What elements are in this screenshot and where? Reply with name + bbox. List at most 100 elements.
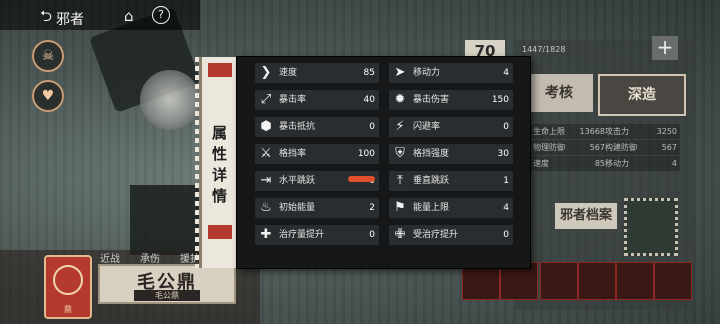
help-icon[interactable]: ? bbox=[152, 6, 170, 24]
faction-emblem: 鼎 bbox=[44, 255, 92, 319]
back-button[interactable]: ⮌ 邪者 bbox=[40, 6, 84, 31]
attribute-value: 150 bbox=[491, 95, 509, 105]
character-subname: 毛公鼎 bbox=[134, 290, 200, 301]
character-nameplate: 毛公鼎 毛公鼎 bbox=[98, 264, 236, 304]
block-strength-icon: ⛨ bbox=[395, 146, 405, 161]
heal-boost-icon: ✚ bbox=[260, 227, 272, 242]
equipment-slot[interactable] bbox=[578, 262, 616, 300]
attribute-label: 水平跳跃 bbox=[279, 176, 316, 186]
initial-energy-icon: ♨ bbox=[260, 200, 272, 215]
attribute-label: 格挡强度 bbox=[413, 149, 450, 159]
stage-lamp bbox=[140, 70, 200, 130]
crit-rate-icon: ⤢ bbox=[260, 92, 272, 107]
exp-text: 1447/1828 bbox=[522, 45, 566, 54]
attribute-label: 暴击率 bbox=[279, 95, 307, 105]
attribute-label: 治疗量提升 bbox=[279, 230, 325, 240]
heart-icon[interactable]: ♥ bbox=[32, 80, 64, 112]
attribute-value: 4 bbox=[503, 203, 509, 213]
attribute-cell[interactable]: ➤ 移动力 4 bbox=[389, 63, 513, 83]
attribute-label: 能量上限 bbox=[413, 203, 450, 213]
attribute-label: 速度 bbox=[279, 68, 298, 78]
block-rate-icon: ⚔ bbox=[260, 146, 272, 161]
mini-stats-row: 物理防御 567 构建防御 567 bbox=[530, 140, 680, 155]
attribute-value: 4 bbox=[503, 68, 509, 78]
scroll-indicator bbox=[348, 176, 375, 182]
attribute-value: 30 bbox=[497, 149, 509, 159]
archive-button[interactable]: 邪者档案 bbox=[555, 203, 617, 229]
move-icon: ➤ bbox=[394, 65, 406, 80]
attribute-label: 格挡率 bbox=[279, 149, 307, 159]
popup-title-text: 属性详情 bbox=[211, 124, 227, 205]
equipment-slot[interactable] bbox=[654, 262, 692, 300]
attribute-value: 0 bbox=[369, 230, 375, 240]
crit-damage-icon: ✹ bbox=[394, 92, 406, 107]
attribute-list-viewport[interactable]: ❯ 速度 85 ➤ 移动力 4 ⤢ 暴击率 40 ✹ 暴击伤害 150 ⬢ 暴击抵抗 0 ⚡ 闪避率 0 ⚔ 格挡率 1… bbox=[255, 63, 525, 248]
attribute-cell[interactable]: ✚ 治疗量提升 0 bbox=[255, 225, 379, 245]
popup-title: 属性详情 bbox=[202, 123, 237, 207]
attribute-label: 受治疗提升 bbox=[413, 230, 459, 240]
top-bar bbox=[0, 0, 200, 30]
mask-icon[interactable]: ☠ bbox=[32, 40, 64, 72]
attribute-cell[interactable]: ❯ 速度 85 bbox=[255, 63, 379, 83]
attribute-value: 0 bbox=[369, 122, 375, 132]
attribute-label: 移动力 bbox=[413, 68, 441, 78]
role-tag: 承伤 bbox=[140, 254, 160, 265]
attribute-label: 垂直跳跃 bbox=[413, 176, 450, 186]
attribute-row: ✚ 治疗量提升 0 ✙ 受治疗提升 0 bbox=[255, 225, 518, 245]
attribute-row: ⬢ 暴击抵抗 0 ⚡ 闪避率 0 bbox=[255, 117, 518, 137]
attribute-label: 闪避率 bbox=[413, 122, 441, 132]
emblem-label: 鼎 bbox=[64, 305, 72, 314]
attribute-value: 0 bbox=[503, 122, 509, 132]
crit-resist-icon: ⬢ bbox=[260, 119, 272, 134]
attribute-value: 85 bbox=[363, 68, 375, 78]
attribute-row: ⚔ 格挡率 100 ⛨ 格挡强度 30 bbox=[255, 144, 518, 164]
attribute-title-strip: 属性详情 bbox=[199, 57, 237, 268]
role-tag: 近战 bbox=[100, 254, 120, 265]
advance-button[interactable]: 深造 bbox=[598, 74, 686, 116]
attribute-value: 100 bbox=[357, 149, 375, 159]
horizontal-jump-icon: ⇥ bbox=[260, 173, 272, 188]
back-arrow-icon: ⮌ bbox=[40, 7, 53, 25]
attribute-cell[interactable]: ✹ 暴击伤害 150 bbox=[389, 90, 513, 110]
emblem-ring-icon bbox=[53, 265, 83, 295]
attribute-cell[interactable]: ⚡ 闪避率 0 bbox=[389, 117, 513, 137]
mini-stats-table: 生命上限 13668 攻击力 3250 物理防御 567 构建防御 567 速度 85 移… bbox=[530, 124, 680, 172]
attribute-cell[interactable]: ⤢ 暴击率 40 bbox=[255, 90, 379, 110]
attribute-value: 0 bbox=[503, 230, 509, 240]
attribute-row: ♨ 初始能量 2 ⚑ 能量上限 4 bbox=[255, 198, 518, 218]
seal-top-icon bbox=[208, 63, 232, 77]
attribute-cell[interactable]: ♨ 初始能量 2 bbox=[255, 198, 379, 218]
attribute-cell[interactable]: ⚑ 能量上限 4 bbox=[389, 198, 513, 218]
attribute-grid: ❯ 速度 85 ➤ 移动力 4 ⤢ 暴击率 40 ✹ 暴击伤害 150 ⬢ 暴击抵抗 0 ⚡ 闪避率 0 ⚔ 格挡率 1… bbox=[255, 63, 518, 248]
mini-stats-row: 生命上限 13668 攻击力 3250 bbox=[530, 124, 680, 139]
attribute-cell[interactable]: ⬢ 暴击抵抗 0 bbox=[255, 117, 379, 137]
heal-received-icon: ✙ bbox=[394, 227, 406, 242]
attribute-row: ⤢ 暴击率 40 ✹ 暴击伤害 150 bbox=[255, 90, 518, 110]
home-icon[interactable]: ⌂ bbox=[124, 7, 134, 25]
attribute-value: 40 bbox=[363, 95, 375, 105]
attribute-cell[interactable]: ⛨ 格挡强度 30 bbox=[389, 144, 513, 164]
attribute-label: 暴击伤害 bbox=[413, 95, 450, 105]
attribute-value: 2 bbox=[369, 203, 375, 213]
attribute-cell[interactable]: ✙ 受治疗提升 0 bbox=[389, 225, 513, 245]
attribute-row: ❯ 速度 85 ➤ 移动力 4 bbox=[255, 63, 518, 83]
speed-icon: ❯ bbox=[260, 65, 272, 80]
attribute-row: ⇥水平跳跃0⤒垂直跳跃1 bbox=[255, 171, 518, 191]
attribute-cell[interactable]: ⚔ 格挡率 100 bbox=[255, 144, 379, 164]
attribute-value: 1 bbox=[503, 176, 509, 186]
attribute-label: 初始能量 bbox=[279, 203, 316, 213]
dodge-icon: ⚡ bbox=[395, 119, 405, 134]
equipment-slot[interactable] bbox=[540, 262, 578, 300]
role-tags: 近战 承伤 援护 bbox=[100, 250, 200, 265]
stamp-portrait[interactable] bbox=[624, 198, 678, 256]
energy-cap-icon: ⚑ bbox=[394, 200, 406, 215]
back-label: 邪者 bbox=[56, 11, 85, 28]
add-exp-button[interactable]: + bbox=[652, 36, 678, 60]
attribute-label: 暴击抵抗 bbox=[279, 122, 316, 132]
assessment-button[interactable]: 考核 bbox=[525, 74, 593, 112]
equipment-slot[interactable] bbox=[616, 262, 654, 300]
attribute-cell[interactable]: ⤒ 垂直跳跃 1 bbox=[389, 171, 513, 191]
seal-bottom-icon bbox=[208, 225, 232, 239]
speaker-prop bbox=[130, 185, 200, 255]
mini-stats-row: 速度 85 移动力 4 bbox=[530, 156, 680, 171]
